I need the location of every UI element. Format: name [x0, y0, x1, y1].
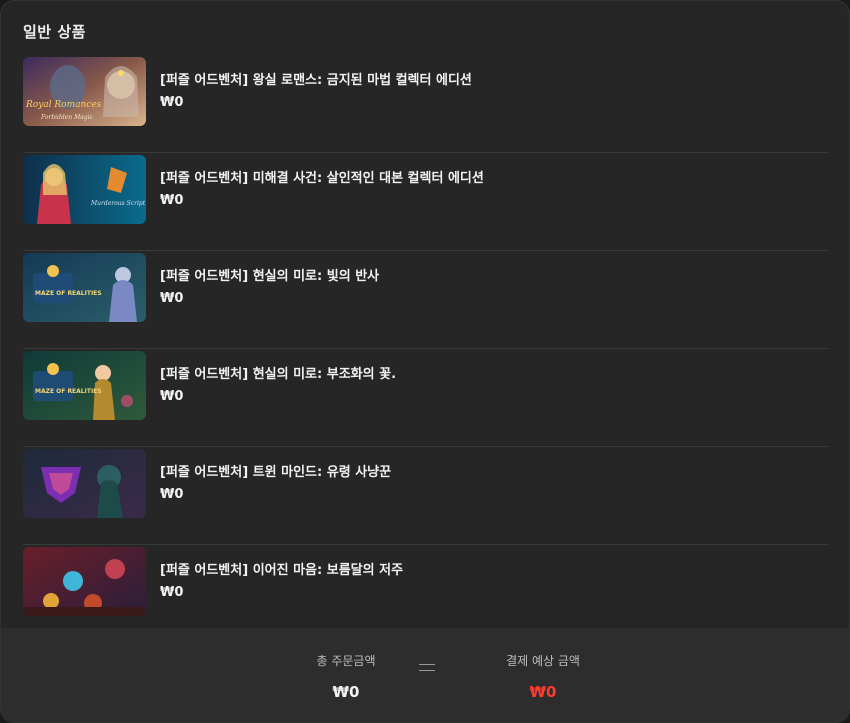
product-thumbnail[interactable]: Royal Romances Forbidden Magic — [23, 57, 146, 126]
product-price: ₩0 — [160, 291, 184, 306]
game-cover-title: Royal Romances Forbidden Magic — [25, 100, 102, 121]
product-thumbnail[interactable]: Murderous Script — [23, 155, 146, 224]
game-cover-title: MAZE OF REALITIES — [35, 290, 102, 297]
product-title[interactable]: [퍼즐 어드벤처] 트윈 마인드: 유령 사냥꾼 — [160, 461, 391, 480]
svg-text:MAZE OF REALITIES: MAZE OF REALITIES — [35, 290, 102, 297]
section-title: 일반 상품 — [23, 23, 86, 41]
expected-payment-value: ₩0 — [529, 683, 557, 701]
product-price: ₩0 — [160, 389, 184, 404]
product-price: ₩0 — [160, 95, 184, 110]
product-price: ₩0 — [160, 585, 184, 600]
list-item[interactable]: MAZE OF REALITIES [퍼즐 어드벤처] 현실의 미로: 빛의 반… — [23, 251, 829, 349]
product-title[interactable]: [퍼즐 어드벤처] 현실의 미로: 빛의 반사 — [160, 265, 379, 284]
product-title[interactable]: [퍼즐 어드벤처] 현실의 미로: 부조화의 꽃. — [160, 363, 396, 382]
product-price: ₩0 — [160, 487, 184, 502]
list-item[interactable]: Royal Romances Forbidden Magic [퍼즐 어드벤처]… — [23, 55, 829, 153]
svg-text:Royal Romances: Royal Romances — [25, 100, 102, 110]
product-thumbnail[interactable] — [23, 547, 146, 616]
product-title[interactable]: [퍼즐 어드벤처] 미해결 사건: 살인적인 대본 컬렉터 에디션 — [160, 167, 484, 186]
svg-text:Forbidden Magic: Forbidden Magic — [40, 114, 94, 121]
game-cover-image — [23, 449, 146, 518]
product-list: Royal Romances Forbidden Magic [퍼즐 어드벤처]… — [23, 55, 829, 643]
product-price: ₩0 — [160, 193, 184, 208]
svg-text:MAZE OF REALITIES: MAZE OF REALITIES — [35, 388, 102, 395]
expected-payment: 결제 예상 금액 ₩0 — [463, 652, 623, 701]
expected-payment-label: 결제 예상 금액 — [506, 654, 580, 668]
list-item[interactable]: MAZE OF REALITIES [퍼즐 어드벤처] 현실의 미로: 부조화의… — [23, 349, 829, 447]
product-title[interactable]: [퍼즐 어드벤처] 이어진 마음: 보름달의 저주 — [160, 559, 403, 578]
game-cover-image — [23, 547, 146, 616]
total-amount: 총 주문금액 ₩0 — [291, 652, 401, 701]
product-thumbnail[interactable]: MAZE OF REALITIES — [23, 351, 146, 420]
game-cover-title: Murderous Script — [90, 200, 146, 207]
total-amount-value: ₩0 — [332, 683, 360, 701]
list-item[interactable]: [퍼즐 어드벤처] 트윈 마인드: 유령 사냥꾼 ₩0 — [23, 447, 829, 545]
svg-text:Murderous Script: Murderous Script — [90, 200, 146, 207]
product-thumbnail[interactable] — [23, 449, 146, 518]
equals-icon — [419, 664, 435, 676]
order-panel: 일반 상품 Royal Romances Forbidden Magic [퍼즐… — [0, 0, 850, 723]
total-amount-label: 총 주문금액 — [316, 654, 376, 668]
product-thumbnail[interactable]: MAZE OF REALITIES — [23, 253, 146, 322]
product-title[interactable]: [퍼즐 어드벤처] 왕실 로맨스: 금지된 마법 컬렉터 에디션 — [160, 69, 472, 88]
order-summary: 총 주문금액 ₩0 결제 예상 금액 ₩0 — [1, 628, 849, 722]
game-cover-title: MAZE OF REALITIES — [35, 388, 102, 395]
list-item[interactable]: Murderous Script [퍼즐 어드벤처] 미해결 사건: 살인적인 … — [23, 153, 829, 251]
